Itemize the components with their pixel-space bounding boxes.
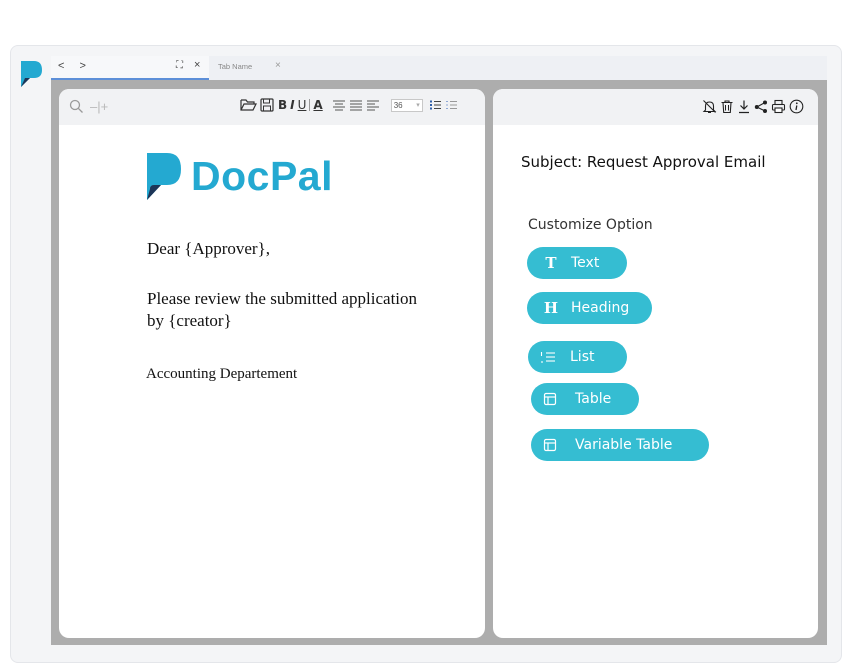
customize-option-title: Customize Option [528,217,653,233]
add-list-label: List [570,349,595,365]
document-editor-panel: –|+ B I U A 36 ▾ DocPal Dear {Approver},… [59,89,485,638]
bullet-list-icon[interactable] [429,99,442,111]
align-justify-icon[interactable] [349,99,363,111]
actions-group [702,99,804,114]
table-icon [543,438,557,452]
search-icon[interactable] [69,99,84,114]
add-table-button[interactable]: Table [531,383,639,415]
underline-button[interactable]: U [298,98,307,112]
bell-off-icon[interactable] [702,99,717,114]
add-table-label: Table [575,391,612,407]
bold-button[interactable]: B [278,98,287,112]
align-left-icon[interactable] [366,99,380,111]
align-center-icon[interactable] [332,99,346,111]
text-icon: T [545,254,557,272]
trash-icon[interactable] [720,99,734,114]
add-heading-label: Heading [571,300,630,316]
italic-button[interactable]: I [290,98,294,112]
tab-close-icon[interactable]: × [275,60,281,71]
heading-icon: H [543,299,559,317]
font-color-button[interactable]: A [313,98,322,112]
save-icon[interactable] [260,98,275,112]
expand-icon[interactable]: ⛶ [176,60,183,71]
info-icon[interactable] [789,99,804,114]
add-variable-table-label: Variable Table [575,437,673,453]
email-subject: Subject: Request Approval Email [521,153,766,171]
share-icon[interactable] [754,99,768,114]
print-icon[interactable] [771,99,786,114]
body-line-2: by {creator} [147,311,232,330]
chevron-down-icon: ▾ [416,102,420,109]
docpal-app-logo[interactable] [21,61,43,87]
download-icon[interactable] [737,99,751,114]
add-text-button[interactable]: T Text [527,247,627,279]
docpal-logo: DocPal [147,153,357,201]
open-folder-icon[interactable] [240,98,257,112]
zoom-control[interactable]: –|+ [90,99,108,114]
font-size-value: 36 [393,100,403,110]
tab-name-label[interactable]: Tab Name [218,62,252,71]
add-variable-table-button[interactable]: Variable Table [531,429,709,461]
add-list-button[interactable]: List [528,341,627,373]
font-size-select[interactable]: 36 ▾ [390,98,423,112]
greeting-text: Dear {Approver}, [147,239,270,258]
logo-wordmark: DocPal [191,153,333,199]
table-icon [543,392,557,406]
tab-close-icon[interactable]: × [194,59,200,71]
signature-text: Accounting Departement [146,366,298,382]
email-options-panel: Subject: Request Approval Email Customiz… [493,89,818,638]
body-line-1: Please review the submitted application [147,289,418,308]
back-forward-nav[interactable]: < > [58,60,92,72]
actions-toolbar [493,89,818,125]
numbered-list-icon[interactable] [445,99,458,111]
editor-toolbar: –|+ B I U A 36 ▾ [59,89,485,125]
list-icon [540,352,555,363]
add-heading-button[interactable]: H Heading [527,292,652,324]
format-toolbar: B I U A 36 ▾ [240,98,458,112]
add-text-label: Text [571,255,600,271]
